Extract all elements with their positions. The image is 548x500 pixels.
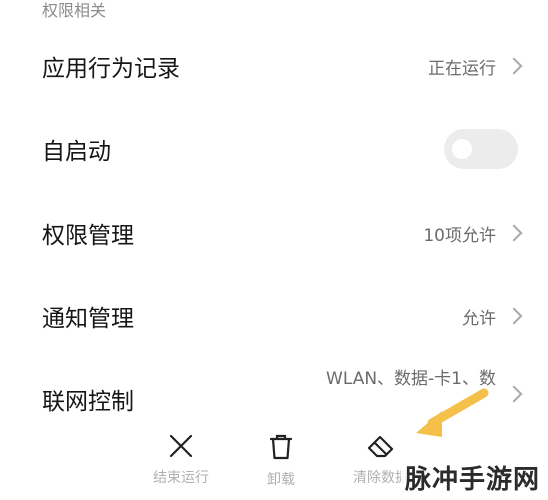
- trash-icon: [269, 434, 293, 460]
- chevron-right-icon: [505, 307, 523, 325]
- row-title: 联网控制: [42, 389, 134, 415]
- eraser-icon: [367, 435, 394, 458]
- row-title: 自启动: [42, 139, 111, 165]
- row-autostart: 自启动: [0, 119, 548, 179]
- toggle-knob: [452, 139, 472, 159]
- end-run-button[interactable]: 结束运行: [126, 425, 236, 500]
- chevron-right-icon: [505, 385, 523, 403]
- row-app-behavior-record[interactable]: 应用行为记录 正在运行: [0, 36, 548, 96]
- watermark: 脉冲手游网: [400, 459, 544, 496]
- action-label: 结束运行: [153, 470, 209, 486]
- row-notification-management[interactable]: 通知管理 允许: [0, 286, 548, 346]
- close-icon: [169, 434, 193, 458]
- highlight-arrow-icon: [416, 388, 489, 437]
- row-title: 通知管理: [42, 306, 134, 332]
- row-value: 允许: [462, 308, 496, 329]
- autostart-toggle[interactable]: [444, 129, 518, 169]
- uninstall-button[interactable]: 卸载: [226, 425, 336, 500]
- action-label: 卸载: [267, 472, 295, 488]
- row-permission-management[interactable]: 权限管理 10项允许: [0, 203, 548, 263]
- section-label-permissions: 权限相关: [42, 1, 107, 20]
- chevron-right-icon: [505, 224, 523, 242]
- row-title: 权限管理: [42, 223, 134, 249]
- row-value: 正在运行: [428, 58, 496, 79]
- row-title: 应用行为记录: [42, 56, 180, 82]
- row-value: 10项允许: [423, 225, 496, 246]
- chevron-right-icon: [505, 57, 523, 75]
